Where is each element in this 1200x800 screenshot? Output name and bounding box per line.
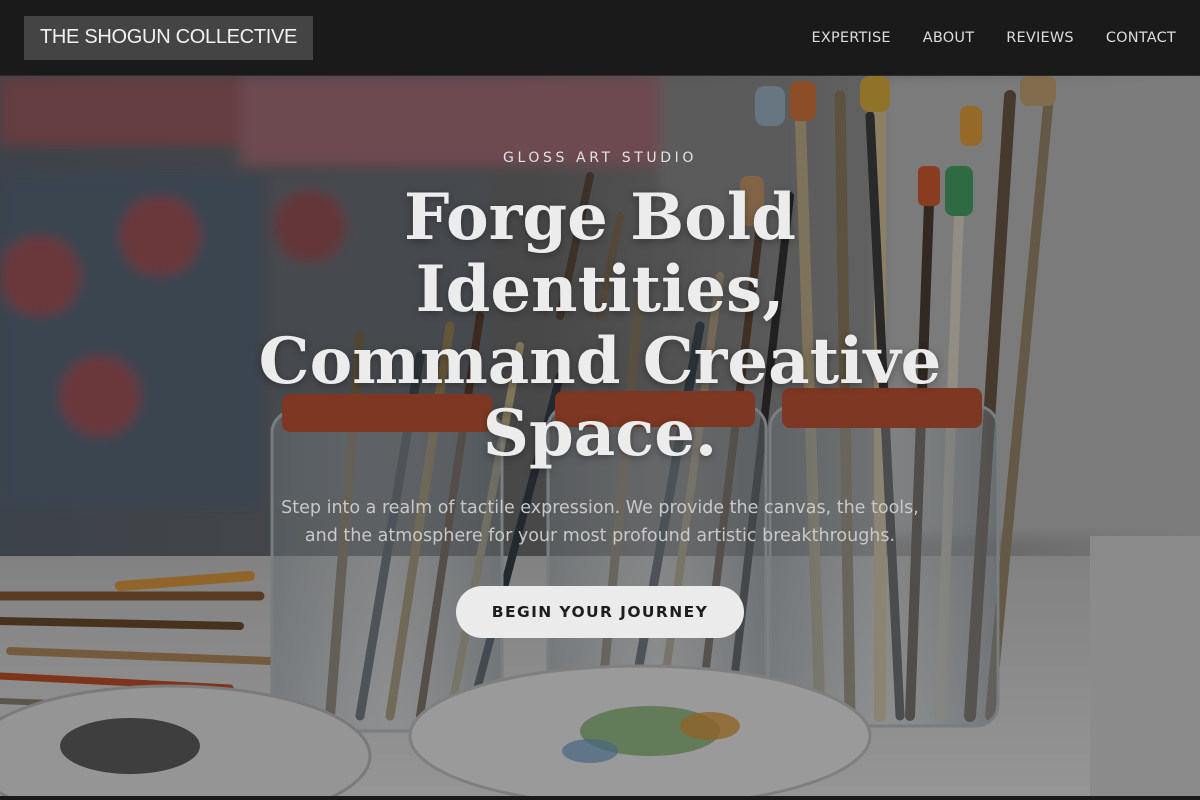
hero-tagline: Step into a realm of tactile expression.… [281,498,919,546]
begin-journey-button[interactable]: BEGIN YOUR JOURNEY [456,586,744,638]
nav-link-contact[interactable]: CONTACT [1106,30,1176,46]
hero-content: GLOSS ART STUDIO Forge Bold Identities, … [0,150,1200,638]
nav-link-about[interactable]: ABOUT [923,30,975,46]
nav-link-expertise[interactable]: EXPERTISE [811,30,890,46]
hero-headline: Forge Bold Identities, Command Creative … [220,182,980,470]
brand-logo[interactable]: THE SHOGUN COLLECTIVE [24,15,314,60]
hero-headline-line: Command Creative [258,324,942,399]
main-nav: EXPERTISE ABOUT REVIEWS CONTACT [811,30,1176,46]
page-bottom-edge [0,796,1200,800]
hero-headline-line: Space. [482,396,718,471]
top-navigation-bar: THE SHOGUN COLLECTIVE EXPERTISE ABOUT RE… [0,0,1200,76]
nav-link-reviews[interactable]: REVIEWS [1006,30,1074,46]
hero-eyebrow: GLOSS ART STUDIO [503,150,697,166]
hero-headline-line: Forge Bold Identities, [404,180,796,327]
